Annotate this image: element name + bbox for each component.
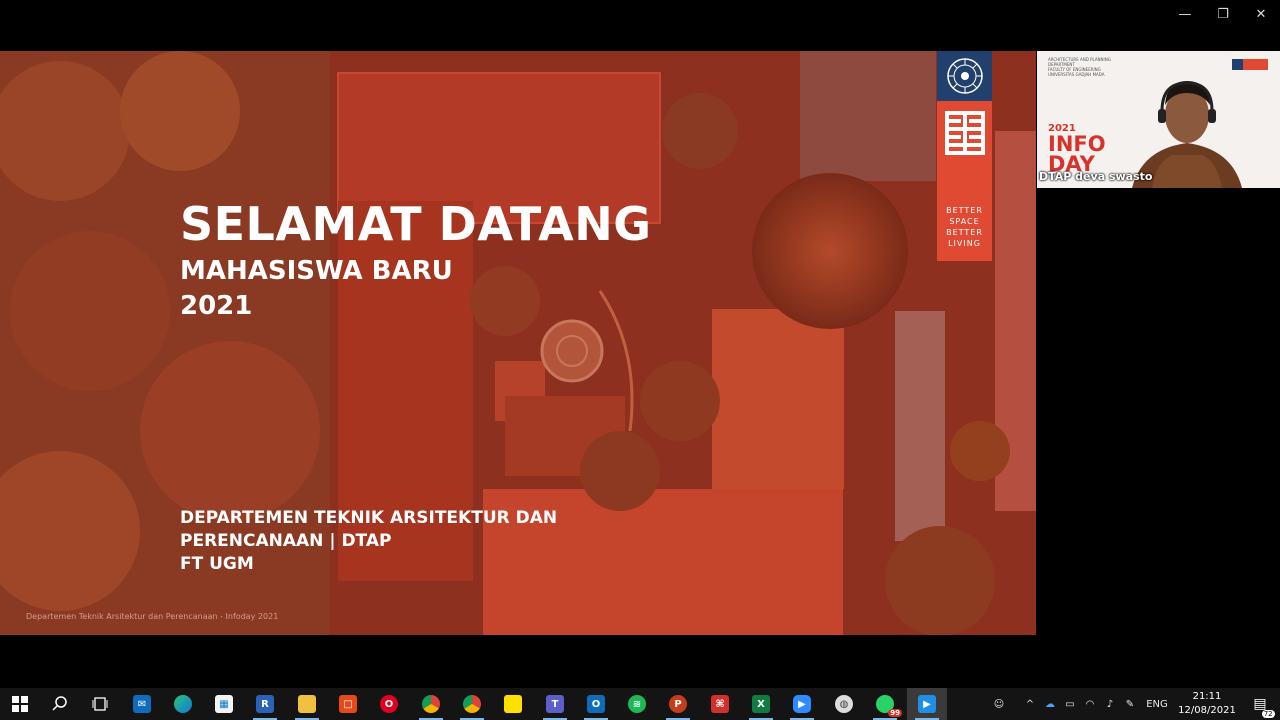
participant-name: DTAP deva swasto (1039, 170, 1153, 183)
taskbar-chrome-profile[interactable] (452, 688, 492, 720)
clock-time: 21:11 (1192, 691, 1222, 702)
taskbar-excel[interactable]: X (741, 688, 781, 720)
header-line: ARCHITECTURE AND PLANNING DEPARTMENT (1048, 57, 1111, 67)
taskbar-powerpoint[interactable]: P (658, 688, 698, 720)
zoom-meeting-icon: ▶ (918, 695, 936, 713)
mail-icon: ✉ (133, 695, 151, 713)
clock[interactable]: 21:11 12/08/2021 (1176, 690, 1238, 718)
close-button[interactable]: ✕ (1242, 0, 1280, 28)
volume-icon[interactable]: ♪ (1100, 699, 1120, 710)
department-line2: PERENCANAAN | DTAP (180, 531, 392, 551)
pdf-icon: ⌘ (711, 695, 729, 713)
unread-badge: 99 (888, 709, 902, 717)
tagline-word: LIVING (948, 239, 981, 248)
tagline-word: BETTER (946, 206, 983, 215)
video-bg-logo (1232, 59, 1268, 70)
department-name: DEPARTEMEN TEKNIK ARSITEKTUR DAN PERENCA… (180, 507, 557, 576)
folder-icon (298, 695, 316, 713)
system-tray: ☺ ^ ☁ ▭ ◠ ♪ ✎ ENG (988, 688, 1174, 720)
zoom-icon: ▶ (793, 695, 811, 713)
logo-tagline: BETTER SPACE BETTER LIVING (937, 205, 992, 249)
taskbar-network-app[interactable]: ◍ (824, 688, 864, 720)
taskbar-zoom-meeting[interactable]: ▶ (907, 688, 947, 720)
sticky-notes-icon (504, 695, 522, 713)
start-button[interactable] (0, 688, 40, 720)
people-icon[interactable]: ☺ (988, 699, 1010, 710)
department-line1: DEPARTEMEN TEKNIK ARSITEKTUR DAN (180, 508, 558, 528)
taskbar-acrobat[interactable]: ⌘ (700, 688, 740, 720)
chevron-up-icon[interactable]: ^ (1020, 699, 1040, 710)
notification-count: 72 (1261, 710, 1275, 718)
windows-logo-icon (12, 696, 28, 712)
taskbar-whatsapp[interactable]: 99 (865, 688, 905, 720)
excel-icon: X (752, 695, 770, 713)
taskbar-chrome[interactable] (411, 688, 451, 720)
taskbar-file-explorer[interactable] (287, 688, 327, 720)
revit-icon: R (256, 695, 274, 713)
ugm-seal-logo (937, 51, 992, 101)
slide-footer: Departemen Teknik Arsitektur dan Perenca… (26, 612, 279, 621)
spotify-icon: ≋ (628, 695, 646, 713)
edge-icon (174, 695, 192, 713)
powerpoint-icon: P (669, 695, 687, 713)
dtap-logo: BETTER SPACE BETTER LIVING (937, 101, 992, 261)
search-button[interactable] (40, 688, 80, 720)
network-globe-icon: ◍ (835, 695, 853, 713)
windows-taskbar: ✉ ▦ R □ O T O ≋ P ⌘ X ▶ ◍ 99 ▶ ☺ ^ ☁ ▭ ◠… (0, 688, 1280, 720)
dtap-grid-icon (945, 111, 985, 155)
desktop: — ❐ ✕ SELAMAT DATANG MAHASISWA BARU 2021… (0, 0, 1280, 720)
pen-icon[interactable]: ✎ (1120, 699, 1140, 710)
chrome-icon (463, 695, 481, 713)
seal-icon (946, 58, 983, 94)
clock-date: 12/08/2021 (1178, 705, 1236, 716)
tagline-word: SPACE (949, 217, 980, 226)
window-controls: — ❐ ✕ (1166, 0, 1280, 28)
notification-center-button[interactable]: ▤ 72 (1240, 688, 1280, 720)
infoday-word1: INFO (1048, 132, 1106, 156)
restore-button[interactable]: ❐ (1204, 0, 1242, 28)
taskbar-teams[interactable]: T (535, 688, 575, 720)
taskbar-store[interactable]: ▦ (204, 688, 244, 720)
taskbar-spotify[interactable]: ≋ (617, 688, 657, 720)
infoday-graphic: 2021 INFO DAY (1048, 123, 1106, 175)
taskbar-edge[interactable] (163, 688, 203, 720)
language-indicator[interactable]: ENG (1140, 699, 1174, 710)
slide-title: SELAMAT DATANG (180, 197, 652, 251)
task-view-icon (92, 697, 108, 711)
teams-icon: T (546, 695, 564, 713)
tagline-word: BETTER (946, 228, 983, 237)
presentation-slide: SELAMAT DATANG MAHASISWA BARU 2021 DEPAR… (0, 51, 1036, 635)
search-icon (52, 696, 67, 711)
store-icon: ▦ (215, 695, 233, 713)
department-line3: FT UGM (180, 554, 254, 574)
onedrive-icon[interactable]: ☁ (1040, 699, 1060, 710)
taskbar-office[interactable]: □ (328, 688, 368, 720)
notification-icon: ▤ 72 (1253, 696, 1275, 718)
taskbar-revit[interactable]: R (245, 688, 285, 720)
slide-subtitle-line1: MAHASISWA BARU (180, 256, 453, 286)
wifi-icon[interactable]: ◠ (1080, 699, 1100, 710)
chrome-icon (422, 695, 440, 713)
office-icon: □ (339, 695, 357, 713)
minimize-button[interactable]: — (1166, 0, 1204, 28)
opera-icon: O (380, 695, 398, 713)
taskbar-mail[interactable]: ✉ (122, 688, 162, 720)
whatsapp-icon: 99 (876, 695, 902, 717)
slide-subtitle-year: 2021 (180, 291, 253, 321)
taskbar-outlook[interactable]: O (576, 688, 616, 720)
battery-icon[interactable]: ▭ (1060, 699, 1080, 710)
taskbar-sticky-notes[interactable] (493, 688, 533, 720)
outlook-icon: O (587, 695, 605, 713)
taskbar-opera[interactable]: O (369, 688, 409, 720)
taskbar-zoom[interactable]: ▶ (782, 688, 822, 720)
participant-video-tile[interactable]: ARCHITECTURE AND PLANNING DEPARTMENT FAC… (1037, 51, 1280, 188)
task-view-button[interactable] (80, 688, 120, 720)
